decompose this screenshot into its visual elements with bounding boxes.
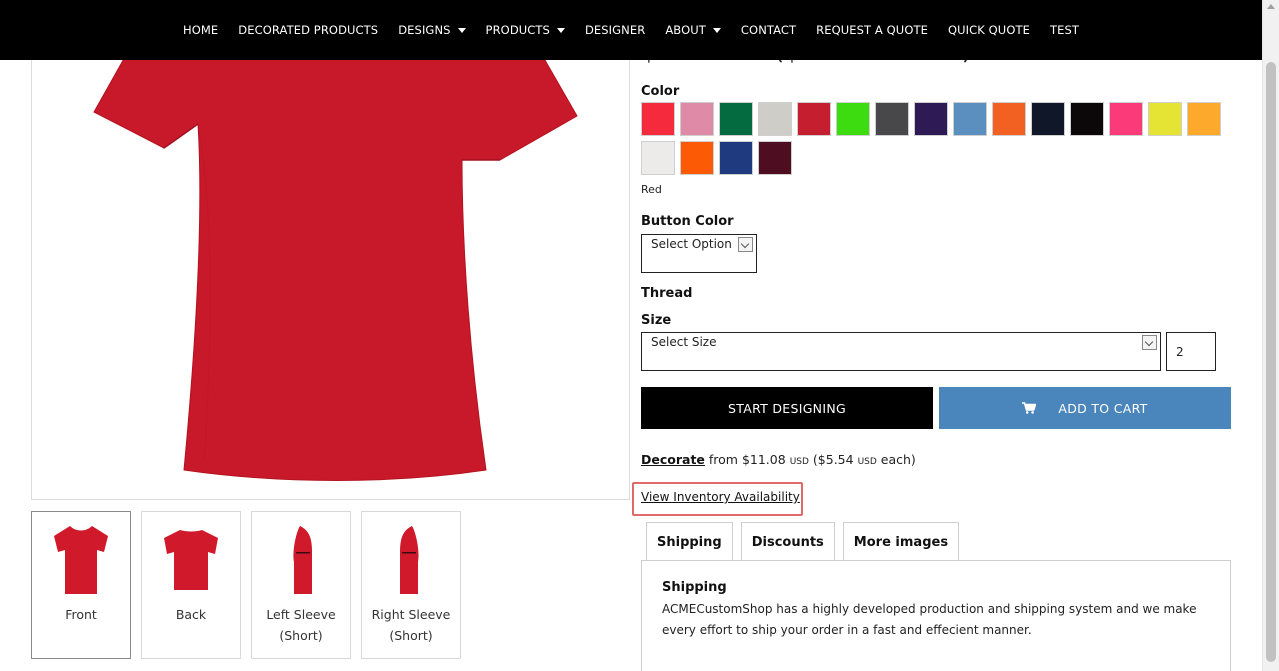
nav-item-label: DECORATED PRODUCTS [238, 23, 379, 37]
chevron-down-icon [738, 237, 753, 252]
decorate-link[interactable]: Decorate [641, 452, 705, 467]
button-color-label: Button Color [641, 214, 734, 229]
size-select[interactable]: Select Size [641, 332, 1161, 371]
tab-panel-text: ACMECustomShop has a highly developed pr… [662, 602, 1197, 637]
main-product-image [31, 0, 630, 500]
chevron-down-icon [1142, 335, 1157, 350]
nav-item-designs[interactable]: DESIGNS [388, 23, 475, 37]
nav-item-label: QUICK QUOTE [947, 23, 1030, 37]
color-swatch[interactable] [914, 102, 948, 136]
color-swatch[interactable] [641, 141, 675, 175]
nav-item-label: TEST [1049, 23, 1079, 37]
decorate-from-price: from $11.08 [708, 452, 786, 467]
tshirt-front-image [93, 47, 578, 481]
color-swatch[interactable] [1031, 102, 1065, 136]
nav-item-contact[interactable]: CONTACT [731, 23, 806, 37]
tshirt-front-thumb-icon [54, 526, 108, 594]
tab-shipping[interactable]: Shipping [646, 522, 733, 561]
color-label: Color [641, 84, 680, 99]
button-color-select-value: Select Option [651, 237, 732, 251]
tab-discounts[interactable]: Discounts [740, 522, 835, 561]
nav-item-label: PRODUCTS [485, 23, 550, 37]
tab-panel-title: Shipping [662, 580, 727, 595]
nav-menu: HOME DECORATED PRODUCTS DESIGNS PRODUCTS DES… [173, 23, 1089, 37]
tshirt-right-sleeve-thumb-icon [400, 526, 419, 594]
product-page: Front Back Left Sleeve (Short) Right Sle… [0, 0, 1279, 671]
nav-item-products[interactable]: PRODUCTS [476, 23, 575, 37]
color-swatch[interactable] [641, 102, 675, 136]
nav-item-quick-quote[interactable]: QUICK QUOTE [938, 23, 1040, 37]
nav-item-decorated-products[interactable]: DECORATED PRODUCTS [228, 23, 388, 37]
color-swatch[interactable] [1187, 102, 1221, 136]
thumbnail-label: Left Sleeve (Short) [266, 607, 336, 643]
decorate-currency: USD [789, 457, 809, 467]
nav-item-label: DESIGNER [584, 23, 646, 37]
shopping-cart-icon [1022, 402, 1037, 414]
caret-down-icon [712, 27, 721, 33]
tab-panel-shipping: Shipping ACMECustomShop has a highly dev… [641, 560, 1231, 671]
color-swatch[interactable] [836, 102, 870, 136]
nav-item-label: HOME [183, 23, 219, 37]
color-swatch[interactable] [680, 141, 714, 175]
quantity-input[interactable] [1166, 332, 1216, 371]
add-to-cart-label: ADD TO CART [1058, 400, 1148, 416]
color-swatch[interactable] [758, 141, 792, 175]
thumbnail-back[interactable]: Back [141, 511, 241, 659]
tshirt-left-sleeve-thumb-icon [293, 526, 312, 594]
size-label: Size [641, 313, 672, 328]
size-select-value: Select Size [651, 335, 717, 349]
decorate-each-currency: USD [857, 457, 877, 467]
color-swatch[interactable] [875, 102, 909, 136]
color-swatch[interactable] [1148, 102, 1182, 136]
thread-label: Thread [641, 286, 693, 301]
view-inventory-link[interactable]: View Inventory Availability [641, 490, 800, 504]
info-tabs: Shipping Discounts More images [646, 522, 960, 561]
scroll-up-arrow-icon[interactable] [1267, 4, 1275, 9]
nav-item-label: DESIGNS [398, 23, 451, 37]
nav-item-label: CONTACT [740, 23, 797, 37]
start-designing-button[interactable]: START DESIGNING [641, 387, 933, 429]
decorate-price-line: Decorate from $11.08 USD ($5.54 USD each… [641, 452, 916, 467]
top-navigation: HOME DECORATED PRODUCTS DESIGNS PRODUCTS DES… [0, 0, 1262, 60]
caret-down-icon [457, 27, 466, 33]
add-to-cart-button[interactable]: ADD TO CART [939, 387, 1231, 429]
color-swatch[interactable] [680, 102, 714, 136]
nav-item-label: ABOUT [665, 23, 706, 37]
tshirt-back-thumb-icon [164, 530, 218, 590]
thumbnail-label: Back [175, 607, 207, 622]
color-swatch[interactable] [797, 102, 831, 136]
nav-item-request-a-quote[interactable]: REQUEST A QUOTE [806, 23, 938, 37]
thumbnail-strip: Front Back Left Sleeve (Short) Right Sle… [31, 511, 461, 659]
thumbnail-front[interactable]: Front [31, 511, 131, 659]
decorate-each-price: ($5.54 [812, 452, 854, 467]
color-swatch[interactable] [953, 102, 987, 136]
nav-item-home[interactable]: HOME [173, 23, 228, 37]
page-scrollbar[interactable] [1262, 0, 1279, 671]
tab-more-images[interactable]: More images [842, 522, 960, 561]
thumbnail-label: Right Sleeve (Short) [371, 607, 451, 643]
color-swatch[interactable] [719, 102, 753, 136]
thumbnail-left-sleeve[interactable]: Left Sleeve (Short) [251, 511, 351, 659]
button-color-select[interactable]: Select Option [641, 234, 757, 273]
color-swatches [641, 102, 1241, 175]
nav-item-label: REQUEST A QUOTE [816, 23, 928, 37]
color-swatch[interactable] [1109, 102, 1143, 136]
color-swatch[interactable] [992, 102, 1026, 136]
scrollbar-thumb[interactable] [1266, 62, 1276, 662]
nav-item-designer[interactable]: DESIGNER [575, 23, 655, 37]
nav-item-about[interactable]: ABOUT [655, 23, 731, 37]
decorate-each-suffix: each) [880, 452, 916, 467]
inventory-highlight: View Inventory Availability [632, 482, 803, 516]
thumbnail-label: Front [65, 607, 97, 622]
color-swatch[interactable] [758, 102, 792, 136]
caret-down-icon [556, 27, 565, 33]
color-swatch[interactable] [1070, 102, 1104, 136]
thumbnail-right-sleeve[interactable]: Right Sleeve (Short) [361, 511, 461, 659]
color-swatch[interactable] [719, 141, 753, 175]
nav-item-test[interactable]: TEST [1040, 23, 1089, 37]
selected-color-name: Red [641, 183, 662, 196]
